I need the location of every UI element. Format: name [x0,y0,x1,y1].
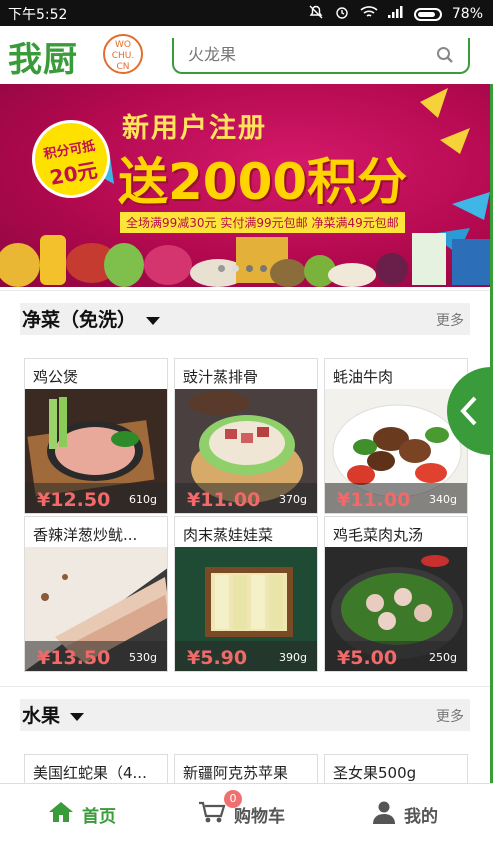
search-icon[interactable] [436,46,454,68]
section-header-vegetables: 净菜（免洗） 更多 [0,290,490,344]
wifi-icon [360,5,378,23]
logo-badge-line: CN [116,62,130,72]
product-name: 香辣洋葱炒鱿... [33,526,138,544]
logo[interactable]: 我厨 [8,32,78,81]
product-price: ¥13.50 [37,647,111,669]
product-name: 鸡毛菜肉丸汤 [333,526,424,544]
product-name: 蚝油牛肉 [333,368,394,386]
product-card[interactable]: 鸡公煲 ¥12.50 610g [24,358,168,514]
product-card[interactable]: 豉汁蒸排骨 ¥11.00 370g [174,358,318,514]
product-card[interactable]: 肉末蒸娃娃菜 ¥5.90 390g [174,516,318,672]
status-time: 下午5:52 [8,7,68,23]
nav-me[interactable]: 我的 [372,784,438,845]
product-card[interactable]: 新疆阿克苏苹果 [174,754,318,784]
section-title-text: 净菜（免洗） [22,309,137,331]
product-price: ¥5.90 [187,647,248,669]
banner-title: 新用户注册 [122,113,267,144]
nav-me-label: 我的 [404,807,438,827]
nav-cart[interactable]: 0 购物车 [198,784,285,845]
signal-icon [387,6,404,22]
status-icons: 78% [308,4,483,24]
status-bar: 下午5:52 78% [0,0,493,26]
nav-home[interactable]: 首页 [48,784,116,845]
search-box[interactable] [172,38,470,74]
user-icon [372,800,396,829]
bottom-nav: 首页 0 购物车 我的 [0,783,493,844]
carousel-dot[interactable] [260,265,267,272]
section-header-fruit: 水果 更多 [0,686,490,740]
product-weight: 610g [129,493,157,506]
more-link[interactable]: 更多 [436,310,464,330]
caret-down-icon[interactable] [146,316,161,325]
product-name: 新疆阿克苏苹果 [183,764,289,782]
carousel-dot-active[interactable] [232,265,239,272]
mute-icon [308,4,324,24]
promo-banner[interactable]: 积分可抵 20元 新用户注册 送2000积分 全场满99减30元 实付满99元包… [0,84,490,287]
product-price: ¥11.00 [187,489,261,511]
product-card[interactable]: 鸡毛菜肉丸汤 ¥5.00 250g [324,516,468,672]
alarm-icon [334,4,350,24]
section-title[interactable]: 净菜（免洗） [22,305,161,332]
section-title-text: 水果 [22,705,61,727]
section-header-bar [20,699,470,731]
battery-icon [413,7,442,21]
cart-icon [198,800,226,829]
caret-down-icon[interactable] [70,712,85,721]
more-link[interactable]: 更多 [436,706,464,726]
app-header: 我厨 WO CHU. CN [0,26,493,84]
product-weight: 530g [129,651,157,664]
nav-cart-label: 购物车 [234,807,285,827]
product-weight: 340g [429,493,457,506]
product-name: 鸡公煲 [33,368,79,386]
logo-badge-line: CHU. [111,51,135,61]
product-name: 肉末蒸娃娃菜 [183,526,274,544]
product-card[interactable]: 圣女果500g [324,754,468,784]
banner-food-image [0,233,490,287]
logo-badge: WO CHU. CN [103,34,143,74]
product-name: 豉汁蒸排骨 [183,368,259,386]
product-price: ¥5.00 [337,647,398,669]
product-name: 美国红蛇果（4... [33,764,147,782]
logo-badge-line: WO [115,40,131,50]
chevron-left-icon [459,395,479,431]
search-input[interactable] [174,38,414,70]
nav-home-label: 首页 [82,807,116,827]
product-card[interactable]: 蚝油牛肉 ¥11.00 340g [324,358,468,514]
section-title[interactable]: 水果 [22,701,85,728]
product-weight: 250g [429,651,457,664]
product-card[interactable]: 美国红蛇果（4... [24,754,168,784]
cart-count-badge: 0 [224,790,242,808]
product-name: 圣女果500g [333,764,417,782]
home-icon [48,801,74,828]
product-price: ¥11.00 [337,489,411,511]
carousel-dot[interactable] [218,265,225,272]
product-weight: 390g [279,651,307,664]
product-price: ¥12.50 [37,489,111,511]
carousel-dot[interactable] [246,265,253,272]
product-card[interactable]: 香辣洋葱炒鱿... ¥13.50 530g [24,516,168,672]
battery-level: 78% [451,6,483,22]
product-weight: 370g [279,493,307,506]
banner-headline: 送2000积分 [118,153,408,211]
